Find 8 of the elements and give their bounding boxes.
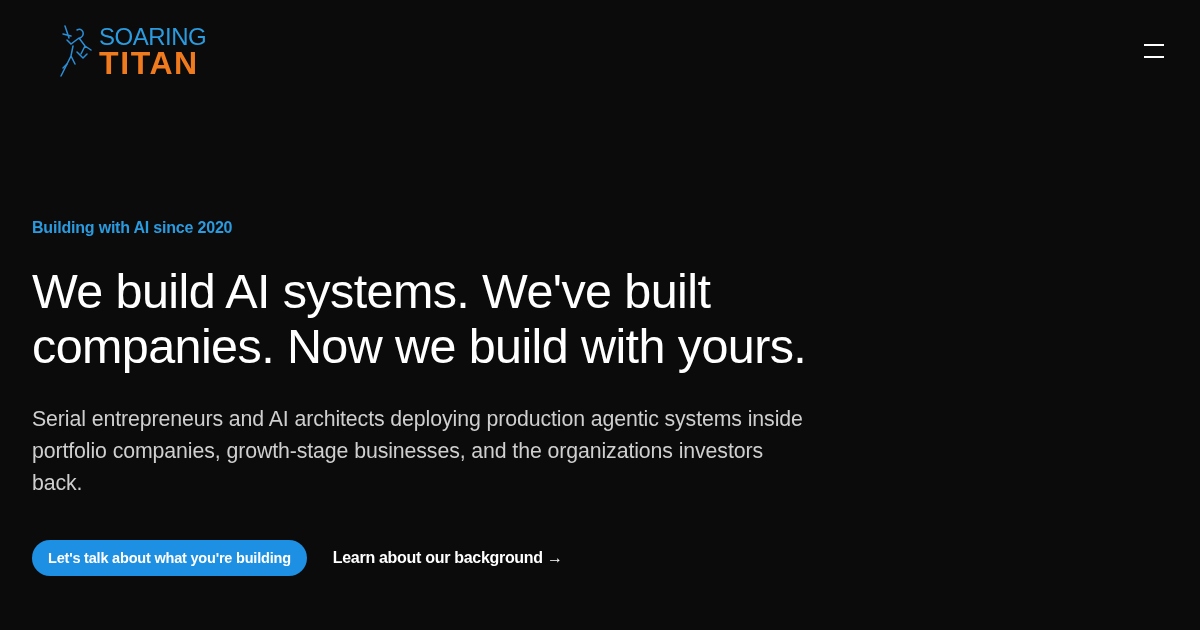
headline: We build AI systems. We've built companies. Now we build with yours. bbox=[32, 264, 808, 374]
eyebrow-text: Building with AI since 2020 bbox=[32, 218, 233, 238]
background-link[interactable]: Learn about our background → bbox=[332, 549, 563, 567]
logo[interactable]: SOARING TITAN bbox=[55, 24, 207, 78]
menu-icon[interactable] bbox=[1144, 44, 1166, 58]
logo-text: TITAN bbox=[99, 48, 199, 78]
description-text: Serial entrepreneurs and AI architects deploying production agentic systems inside portfolio companies, growth-stage businesses, and the organizations investors back. bbox=[32, 406, 804, 497]
logo-text: SOARING bbox=[99, 24, 207, 49]
